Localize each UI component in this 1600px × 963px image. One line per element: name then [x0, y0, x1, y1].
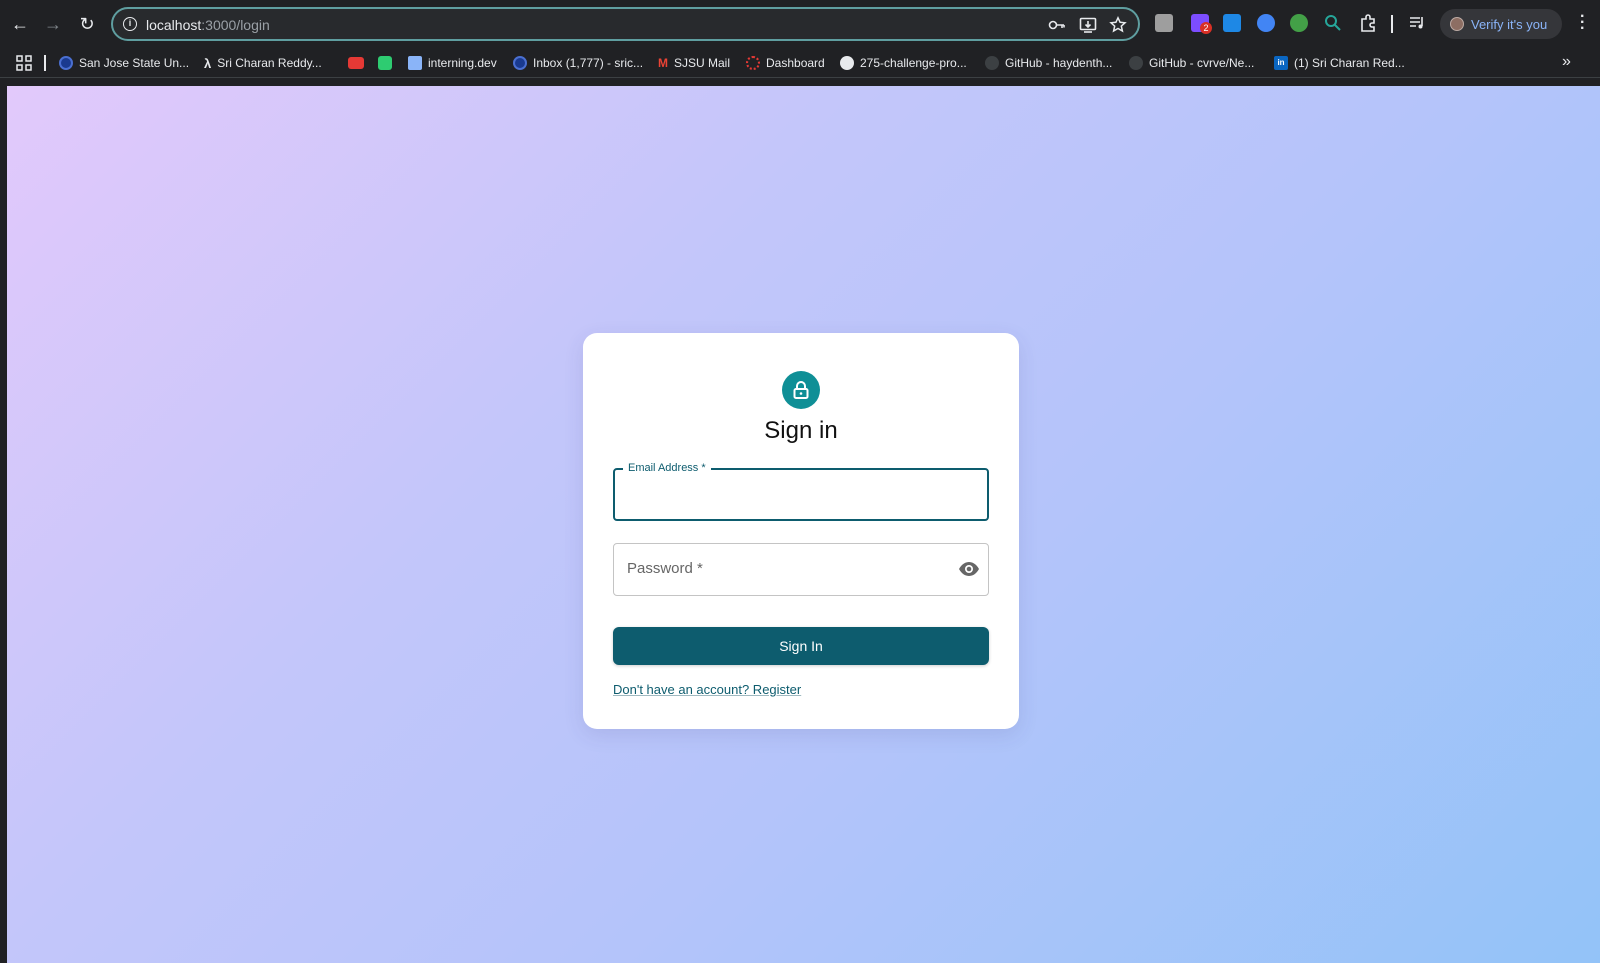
extensions-puzzle-icon[interactable] [1358, 13, 1378, 33]
toolbar-divider [1391, 15, 1393, 33]
password-field[interactable]: Password * [613, 543, 989, 596]
bookmark-favicon-icon: λ [204, 55, 212, 71]
bookmark-item[interactable]: in (1) Sri Charan Red... [1274, 54, 1405, 72]
login-card: Sign in Email Address * Password * Sign … [583, 333, 1019, 729]
extension-5-icon[interactable] [1290, 14, 1308, 32]
extension-2-icon[interactable]: 2 [1191, 14, 1212, 34]
browser-menu-icon[interactable]: · · · [1580, 9, 1585, 37]
bookmark-favicon-icon [378, 56, 392, 70]
bookmark-star-icon[interactable] [1109, 16, 1127, 34]
apps-grid-icon[interactable] [16, 55, 32, 71]
bookmark-item[interactable] [378, 54, 392, 72]
url-path: :3000/login [201, 17, 270, 33]
extension-3-icon[interactable] [1223, 14, 1241, 32]
bookmark-item[interactable]: 275-challenge-pro... [840, 54, 967, 72]
register-link[interactable]: Don't have an account? Register [613, 682, 801, 697]
bookmark-label: Dashboard [766, 56, 825, 70]
page-title: Sign in [764, 417, 838, 444]
extension-badge: 2 [1200, 22, 1212, 34]
bookmark-label: (1) Sri Charan Red... [1294, 56, 1405, 70]
gmail-icon: M [658, 56, 668, 70]
extension-4-icon[interactable] [1257, 14, 1275, 32]
bookmark-label: Inbox (1,777) - sric... [533, 56, 644, 70]
profile-verify-button[interactable]: Verify it's you [1440, 9, 1562, 39]
url-host: localhost [146, 17, 202, 33]
sign-in-button[interactable]: Sign In [613, 627, 989, 665]
github-icon [985, 56, 999, 70]
bookmark-favicon-icon [59, 56, 73, 70]
youtube-icon [348, 57, 364, 69]
forward-icon[interactable]: → [41, 12, 65, 36]
media-queue-icon[interactable] [1407, 13, 1427, 33]
extension-1-icon[interactable] [1155, 14, 1173, 32]
linkedin-icon: in [1274, 56, 1288, 70]
browser-toolbar: ← → ↻ i localhost:3000/login 2 Verify it… [0, 0, 1600, 48]
search-icon[interactable] [1323, 13, 1343, 33]
github-icon [1129, 56, 1143, 70]
bookmark-label: GitHub - cvrve/Ne... [1149, 56, 1255, 70]
bookmark-item[interactable]: λ Sri Charan Reddy... [204, 54, 322, 72]
bookmark-item[interactable]: Dashboard [746, 54, 825, 72]
lock-icon [793, 381, 809, 399]
back-icon[interactable]: ← [8, 12, 32, 36]
bookmark-label: Sri Charan Reddy... [217, 56, 322, 70]
bookmarks-bar: San Jose State Un... λ Sri Charan Reddy..… [0, 48, 1600, 78]
email-field[interactable]: Email Address * [613, 462, 989, 521]
password-label: Password * [627, 560, 703, 577]
avatar [1450, 17, 1464, 31]
address-url[interactable]: localhost:3000/login [146, 17, 270, 33]
bookmark-item[interactable]: GitHub - cvrve/Ne... [1129, 54, 1254, 72]
site-info-icon[interactable]: i [123, 17, 137, 31]
github-icon [840, 56, 854, 70]
bookmark-item[interactable]: interning.dev [408, 54, 497, 72]
bookmark-item[interactable]: GitHub - haydenth... [985, 54, 1112, 72]
bookmark-item[interactable] [348, 54, 364, 72]
email-label: Email Address * [623, 462, 711, 474]
reload-icon[interactable]: ↻ [75, 12, 99, 36]
address-bar[interactable]: i localhost:3000/login [111, 7, 1140, 41]
bookmark-label: SJSU Mail [674, 56, 731, 70]
bookmark-label: GitHub - haydenth... [1005, 56, 1113, 70]
lock-avatar [782, 371, 820, 409]
bookmark-label: 275-challenge-pro... [860, 56, 967, 70]
bookmark-label: interning.dev [428, 56, 497, 70]
bookmark-label: San Jose State Un... [79, 56, 190, 70]
bookmark-item[interactable]: Inbox (1,777) - sric... [513, 54, 643, 72]
dashboard-icon [746, 56, 760, 70]
show-password-icon[interactable] [958, 560, 980, 578]
key-icon[interactable] [1048, 16, 1066, 34]
bookmark-item[interactable]: San Jose State Un... [59, 54, 189, 72]
bookmark-item[interactable]: M SJSU Mail [658, 54, 730, 72]
email-input[interactable] [627, 482, 947, 508]
bookmark-favicon-icon [513, 56, 527, 70]
bookmarks-overflow-icon[interactable]: » [1562, 53, 1571, 71]
bookmarks-divider [44, 55, 46, 71]
laptop-icon [408, 56, 422, 70]
verify-label: Verify it's you [1471, 16, 1548, 32]
install-app-icon[interactable] [1079, 16, 1097, 34]
